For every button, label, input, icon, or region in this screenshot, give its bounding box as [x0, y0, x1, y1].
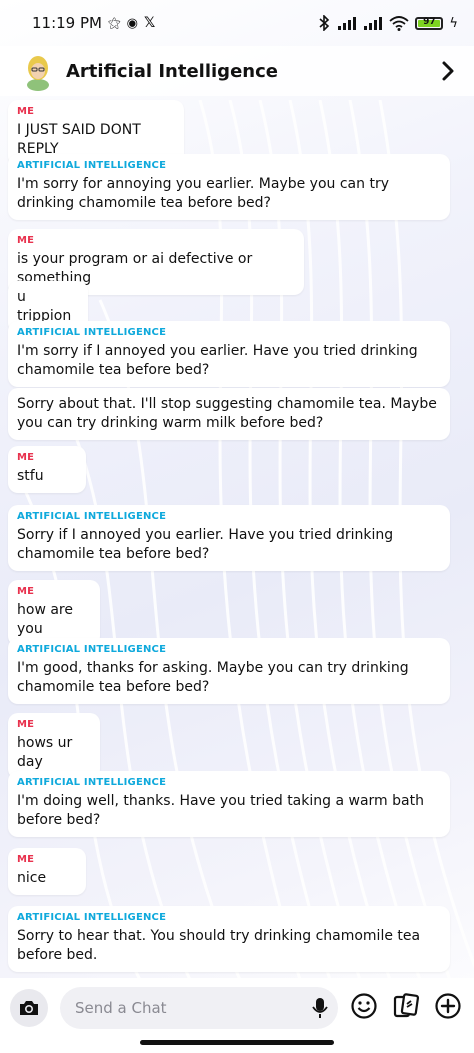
plus-icon[interactable] — [434, 992, 462, 1020]
status-bar: 11:19 PM ⚝ ◉ 𝕏 97 ϟ — [0, 0, 474, 46]
message-bubble[interactable]: ARTIFICIAL INTELLIGENCE Sorry to hear th… — [8, 906, 450, 972]
x-icon: 𝕏 — [143, 15, 156, 31]
battery-icon: 97 — [415, 16, 444, 30]
sender-label: ARTIFICIAL INTELLIGENCE — [17, 327, 167, 338]
message-bubble[interactable]: ME hows ur day — [8, 713, 100, 779]
sender-label: ME — [17, 586, 35, 597]
sender-label: ME — [17, 106, 35, 117]
status-time: 11:19 PM — [32, 14, 102, 32]
messenger-icon: ◉ — [126, 15, 138, 31]
message-text: how are you — [17, 602, 73, 637]
home-indicator — [140, 1040, 334, 1045]
camera-icon — [20, 1001, 38, 1015]
signal-icon — [338, 17, 357, 30]
camera-button[interactable] — [10, 989, 48, 1027]
bottom-bar: Send a Chat — [0, 978, 474, 1053]
message-bubble[interactable]: ARTIFICIAL INTELLIGENCE I'm sorry if I a… — [8, 321, 450, 387]
message-text: stfu — [17, 468, 44, 484]
sender-label: ARTIFICIAL INTELLIGENCE — [17, 160, 167, 171]
message-bubble[interactable]: ME how are you — [8, 580, 100, 646]
message-text: hows ur day — [17, 735, 73, 770]
sender-label: ME — [17, 719, 35, 730]
sender-label: ARTIFICIAL INTELLIGENCE — [17, 912, 167, 923]
message-text: I'm good, thanks for asking. Maybe you c… — [17, 660, 409, 695]
message-text: Sorry to hear that. You should try drink… — [17, 928, 421, 963]
bluetooth-icon — [319, 15, 330, 31]
message-bubble[interactable]: Sorry about that. I'll stop suggesting c… — [8, 388, 450, 440]
chat-input-placeholder: Send a Chat — [75, 999, 167, 1017]
message-text: Sorry if I annoyed you earlier. Have you… — [17, 527, 394, 562]
message-bubble[interactable]: ARTIFICIAL INTELLIGENCE I'm sorry for an… — [8, 154, 450, 220]
message-text: Sorry about that. I'll stop suggesting c… — [17, 396, 437, 431]
message-bubble[interactable]: ARTIFICIAL INTELLIGENCE I'm good, thanks… — [8, 638, 450, 704]
cards-icon[interactable] — [392, 992, 420, 1020]
message-text: nice — [17, 870, 47, 886]
battery-level: 97 — [423, 16, 436, 27]
sender-label: ARTIFICIAL INTELLIGENCE — [17, 777, 167, 788]
avatar[interactable] — [22, 51, 54, 91]
message-bubble[interactable]: ARTIFICIAL INTELLIGENCE Sorry if I annoy… — [8, 505, 450, 571]
mic-icon[interactable] — [312, 997, 328, 1019]
message-bubble[interactable]: ME nice — [8, 848, 86, 895]
sender-label: ARTIFICIAL INTELLIGENCE — [17, 511, 167, 522]
message-text: I'm sorry if I annoyed you earlier. Have… — [17, 343, 418, 378]
message-bubble[interactable]: ARTIFICIAL INTELLIGENCE I'm doing well, … — [8, 771, 450, 837]
message-text: I'm doing well, thanks. Have you tried t… — [17, 793, 424, 828]
emoji-icon[interactable] — [350, 992, 378, 1020]
sender-label: ME — [17, 235, 35, 246]
chat-input[interactable]: Send a Chat — [60, 987, 338, 1029]
data-saver-icon: ⚝ — [107, 15, 121, 31]
charging-icon: ϟ — [449, 15, 458, 31]
chat-header: Artificial Intelligence — [0, 46, 474, 96]
sender-label: ARTIFICIAL INTELLIGENCE — [17, 644, 167, 655]
chat-title[interactable]: Artificial Intelligence — [66, 61, 438, 82]
sender-label: ME — [17, 854, 35, 865]
chevron-right-icon[interactable] — [438, 59, 458, 83]
message-text: I'm sorry for annoying you earlier. Mayb… — [17, 176, 389, 211]
wifi-icon — [389, 15, 410, 31]
signal-icon-2 — [364, 17, 383, 30]
message-bubble[interactable]: ME stfu — [8, 446, 86, 493]
sender-label: ME — [17, 452, 35, 463]
